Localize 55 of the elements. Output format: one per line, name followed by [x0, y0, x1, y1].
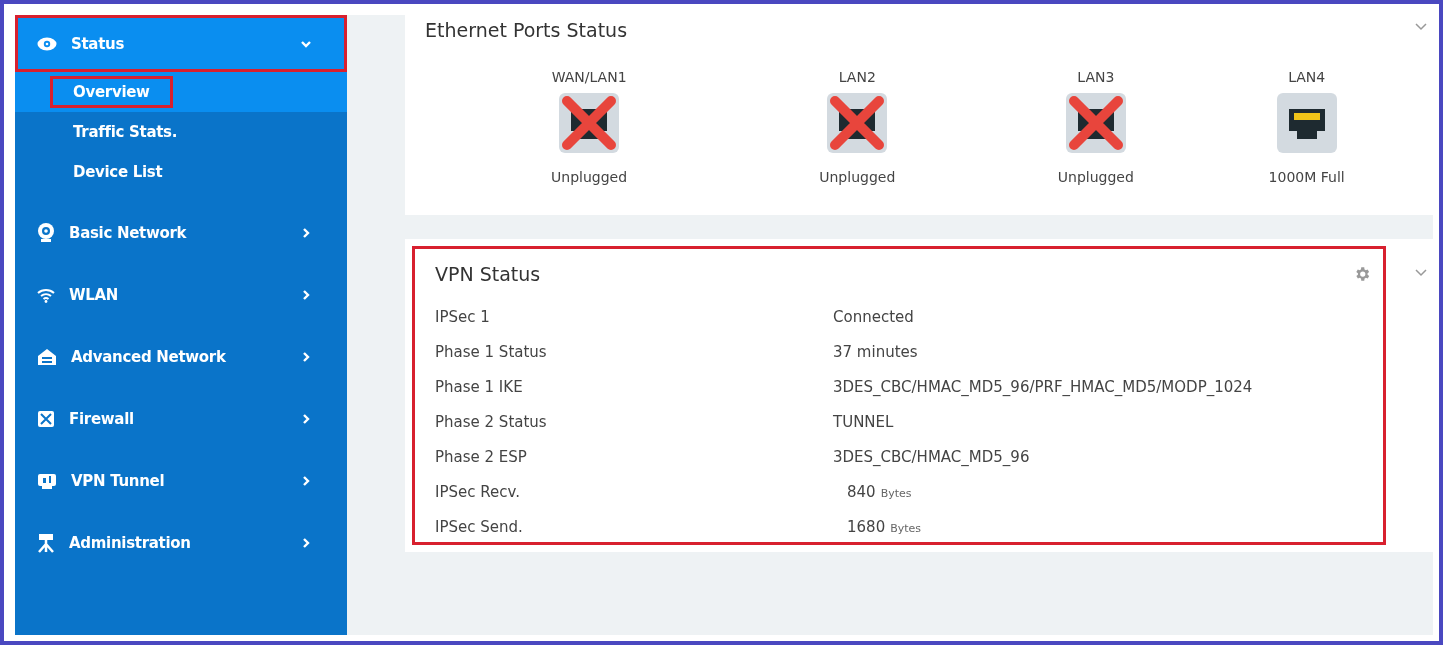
row-label: Phase 1 IKE: [435, 378, 524, 396]
port-status: Unplugged: [819, 169, 896, 185]
row-value: 3DES_CBC/HMAC_MD5_96/PRF_HMAC_MD5/MODP_1024: [833, 378, 1253, 396]
house-icon: [37, 348, 57, 366]
row-label: Phase 1 Status: [435, 343, 548, 361]
webcam-icon: [37, 223, 55, 243]
port-name: LAN4: [1288, 69, 1326, 85]
card-title: Ethernet Ports Status: [425, 19, 628, 41]
row-label: IPSec 1: [435, 308, 491, 326]
unit-label: Bytes: [880, 487, 912, 500]
chevron-right-icon: [301, 290, 311, 300]
chevron-right-icon: [301, 414, 311, 424]
row-value: Connected: [833, 308, 914, 326]
ethernet-port-icon: [1276, 93, 1337, 153]
chevron-right-icon: [301, 228, 311, 238]
vpn-icon: [37, 473, 57, 489]
chevron-right-icon: [301, 476, 311, 486]
port-status: Unplugged: [1057, 169, 1134, 185]
row-label: Phase 2 ESP: [435, 448, 528, 466]
row-value: 3DES_CBC/HMAC_MD5_96: [833, 448, 1030, 466]
card-title: VPN Status: [435, 263, 541, 285]
unplugged-port-icon: [827, 93, 888, 153]
port-status: Unplugged: [551, 169, 628, 185]
row-value: TUNNEL: [833, 413, 894, 431]
row-label: IPSec Recv.: [435, 483, 521, 501]
sidebar-item[interactable]: Basic Network: [15, 202, 347, 264]
port-status: 1000M Full: [1268, 169, 1345, 185]
wifi-icon: [37, 287, 55, 303]
firewall-icon: [37, 410, 55, 428]
network-tree-icon: [37, 533, 55, 553]
row-value: 840: [847, 483, 876, 501]
sidebar-item[interactable]: VPN Tunnel: [15, 450, 347, 512]
submenu-item[interactable]: Device List: [53, 159, 183, 185]
unplugged-port-icon: [559, 93, 620, 153]
submenu-item[interactable]: Traffic Stats.: [53, 119, 198, 145]
chevron-down-icon: [301, 38, 311, 49]
unit-label: Bytes: [890, 522, 922, 535]
port-name: LAN2: [838, 69, 876, 85]
chevron-down-icon[interactable]: [1415, 23, 1427, 31]
chevron-right-icon: [301, 352, 311, 362]
unplugged-port-icon: [1065, 93, 1126, 153]
row-label: Phase 2 Status: [435, 413, 548, 431]
row-label: IPSec Send.: [435, 518, 524, 536]
port-name: WAN/LAN1: [551, 69, 627, 85]
port-name: LAN3: [1077, 69, 1115, 85]
sidebar-item[interactable]: Status: [15, 15, 347, 72]
sidebar-item[interactable]: Advanced Network: [15, 326, 347, 388]
sidebar-item[interactable]: Administration: [15, 512, 347, 574]
chevron-down-icon[interactable]: [1415, 269, 1427, 277]
sidebar-item[interactable]: Firewall: [15, 388, 347, 450]
row-value: 37 minutes: [833, 343, 918, 361]
eye-icon: [37, 36, 57, 51]
row-value: 1680: [847, 518, 886, 536]
chevron-right-icon: [301, 538, 311, 548]
sidebar-item[interactable]: WLAN: [15, 264, 347, 326]
